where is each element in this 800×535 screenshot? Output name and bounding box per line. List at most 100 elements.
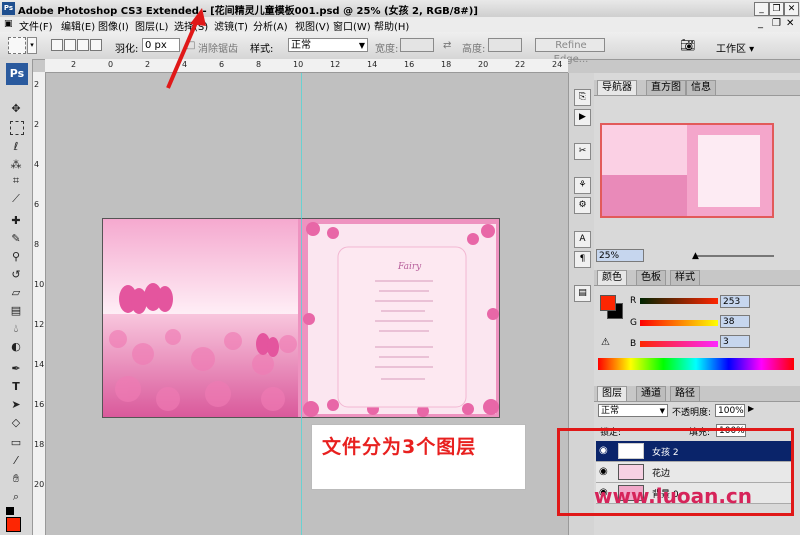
pen-tool-icon[interactable]: ✒: [8, 361, 24, 377]
lasso-tool-icon[interactable]: ℓ: [8, 139, 24, 155]
intersect-selection-icon[interactable]: [90, 39, 102, 51]
magic-wand-tool-icon[interactable]: ⁂: [8, 157, 24, 173]
actions-icon[interactable]: ▶: [574, 109, 591, 126]
preset-dropdown-arrow-icon[interactable]: ▾: [27, 37, 37, 54]
marquee-preset-icon[interactable]: [8, 37, 26, 54]
dodge-tool-icon[interactable]: ◐: [8, 339, 24, 355]
doc-minimize-icon[interactable]: _: [758, 18, 763, 29]
b-slider[interactable]: [640, 341, 718, 347]
paragraph-icon[interactable]: ¶: [574, 251, 591, 268]
hand-tool-icon[interactable]: ✋︎: [8, 471, 24, 487]
opacity-input[interactable]: 100%: [715, 404, 745, 417]
clone-source-icon[interactable]: ⚙: [574, 197, 591, 214]
move-tool-icon[interactable]: ✥: [8, 101, 24, 117]
crop-tool-icon[interactable]: ⌗: [8, 173, 24, 189]
tab-layers[interactable]: 图层: [597, 386, 627, 401]
layers-tabs: 图层 通道 路径: [594, 386, 800, 402]
workspace-button[interactable]: 工作区 ▾: [716, 40, 754, 55]
tab-paths[interactable]: 路径: [670, 386, 700, 401]
tab-channels[interactable]: 通道: [636, 386, 666, 401]
menu-help[interactable]: 帮助(H): [374, 18, 409, 33]
healing-brush-icon[interactable]: ✚: [8, 213, 24, 229]
swap-icon[interactable]: ⇄: [443, 40, 451, 51]
ruler-tick-label: 12: [34, 320, 45, 329]
slice-tool-icon[interactable]: ⟋: [8, 191, 24, 207]
add-selection-icon[interactable]: [64, 39, 76, 51]
gamut-warning-icon[interactable]: ⚠: [601, 337, 610, 348]
height-input[interactable]: [488, 38, 522, 52]
eyedropper-tool-icon[interactable]: ⁄: [8, 453, 24, 469]
window-title: Adobe Photoshop CS3 Extended - [花间精灵儿童模板…: [18, 6, 478, 17]
document-icon[interactable]: ▣: [4, 19, 13, 29]
blend-mode-value: 正常: [601, 406, 620, 416]
opacity-arrow-icon[interactable]: ▶: [748, 404, 754, 413]
gradient-tool-icon[interactable]: ▤: [8, 303, 24, 319]
restore-button[interactable]: ❐: [769, 2, 784, 16]
ruler-tick-label: 8: [256, 60, 262, 69]
shape-tool-icon[interactable]: ◇: [8, 415, 24, 431]
r-slider[interactable]: [640, 298, 718, 304]
close-button[interactable]: ✕: [784, 2, 799, 16]
layer-comps-icon[interactable]: ▤: [574, 285, 591, 302]
refine-edge-button[interactable]: Refine Edge...: [535, 38, 605, 65]
eraser-tool-icon[interactable]: ▱: [8, 285, 24, 301]
tab-styles[interactable]: 样式: [670, 270, 700, 285]
ruler-tick-label: 2: [71, 60, 77, 69]
zoom-tool-icon[interactable]: ⌕: [8, 489, 24, 505]
g-slider[interactable]: [640, 320, 718, 326]
default-colors-icon[interactable]: [6, 507, 14, 515]
menu-analysis[interactable]: 分析(A): [253, 18, 288, 33]
subtract-selection-icon[interactable]: [77, 39, 89, 51]
menu-edit[interactable]: 编辑(E): [61, 18, 95, 33]
tab-histogram[interactable]: 直方图: [646, 80, 686, 95]
camera-icon[interactable]: 📷︎: [680, 38, 695, 52]
feather-label: 羽化:: [115, 44, 139, 55]
color-ramp[interactable]: [598, 358, 794, 370]
doc-close-icon[interactable]: ✕: [786, 18, 794, 29]
brushes-icon[interactable]: ⚘: [574, 177, 591, 194]
menu-image[interactable]: 图像(I): [98, 18, 129, 33]
style-select[interactable]: 正常 ▼: [288, 38, 368, 52]
menu-file[interactable]: 文件(F): [19, 18, 53, 33]
zoom-out-icon[interactable]: ▲: [692, 251, 699, 261]
doc-restore-icon[interactable]: ❐: [772, 18, 781, 29]
zoom-slider[interactable]: [694, 255, 774, 257]
width-input[interactable]: [400, 38, 434, 52]
notes-tool-icon[interactable]: ▭: [8, 435, 24, 451]
tab-navigator[interactable]: 导航器: [597, 80, 637, 95]
type-tool-icon[interactable]: T: [8, 379, 24, 395]
tab-info[interactable]: 信息: [686, 80, 716, 95]
foreground-color-swatch[interactable]: [6, 517, 21, 532]
new-selection-icon[interactable]: [51, 39, 63, 51]
marquee-tool-icon[interactable]: [10, 121, 24, 135]
blend-mode-select[interactable]: 正常 ▼: [598, 404, 668, 417]
photoshop-app-icon: Ps: [2, 2, 15, 15]
toolbox: Ps ✥ ℓ ⁂ ⌗ ⟋ ✚ ✎ ⚲ ↺ ▱ ▤ 💧︎ ◐ ✒ T ➤ ◇ ▭ …: [0, 59, 33, 535]
color-tabs: 颜色 色板 样式: [594, 270, 800, 286]
b-value[interactable]: 3: [720, 335, 750, 348]
navigator-tabs: 导航器 直方图 信息: [594, 80, 800, 96]
brush-tool-icon[interactable]: ✎: [8, 231, 24, 247]
path-select-icon[interactable]: ➤: [8, 397, 24, 413]
minimize-button[interactable]: _: [754, 2, 769, 16]
menu-window[interactable]: 窗口(W): [333, 18, 371, 33]
ruler-tick-label: 24: [552, 60, 563, 69]
tab-swatches[interactable]: 色板: [636, 270, 666, 285]
tool-presets-icon[interactable]: ✂: [574, 143, 591, 160]
clone-stamp-icon[interactable]: ⚲: [8, 249, 24, 265]
guide-line[interactable]: [301, 73, 302, 535]
opacity-label: 不透明度:: [672, 408, 712, 418]
zoom-input[interactable]: 25%: [596, 249, 644, 262]
history-icon[interactable]: ⎘: [574, 89, 591, 106]
history-brush-icon[interactable]: ↺: [8, 267, 24, 283]
r-value[interactable]: 253: [720, 295, 750, 308]
menu-view[interactable]: 视图(V): [295, 18, 330, 33]
navigator-thumbnail[interactable]: [600, 123, 774, 218]
g-value[interactable]: 38: [720, 315, 750, 328]
tab-color[interactable]: 颜色: [597, 270, 627, 285]
horizontal-ruler: 2 0 2 4 6 8 10 12 14 16 18 20 22 24: [45, 59, 568, 73]
foreground-swatch[interactable]: [600, 295, 616, 311]
character-icon[interactable]: A: [574, 231, 591, 248]
blur-tool-icon[interactable]: 💧︎: [8, 321, 24, 337]
style-value: 正常: [291, 40, 311, 51]
